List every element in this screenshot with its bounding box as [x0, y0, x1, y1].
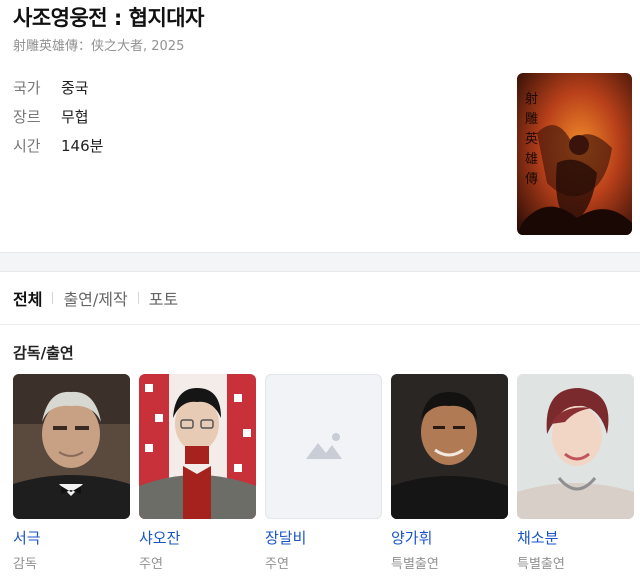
image-placeholder-icon [306, 433, 342, 459]
cast-card[interactable]: 샤오잔 주연 [139, 374, 256, 572]
cast-photo[interactable] [517, 374, 634, 519]
svg-text:射: 射 [525, 91, 538, 107]
tab-all[interactable]: 전체 [13, 286, 42, 310]
cast-name[interactable]: 샤오잔 [139, 527, 256, 548]
info-row-runtime: 시간 146분 [13, 131, 103, 160]
cast-name[interactable]: 양가휘 [391, 527, 508, 548]
cast-photo[interactable] [265, 374, 382, 519]
cast-role: 주연 [265, 557, 289, 572]
info-row-country: 국가 중국 [13, 73, 103, 102]
content-tabs: 전체 출연/제작 포토 [13, 286, 178, 310]
cast-card[interactable]: 양가휘 특별출연 [391, 374, 508, 572]
movie-poster[interactable]: 射 雕 英 雄 傳 [517, 73, 632, 235]
cast-photo[interactable] [391, 374, 508, 519]
info-value: 무협 [61, 108, 89, 126]
cast-role: 감독 [13, 557, 37, 572]
svg-text:傳: 傳 [525, 172, 538, 187]
info-label: 시간 [13, 137, 41, 155]
cast-card[interactable]: 장달비 주연 [265, 374, 382, 572]
movie-subtitle: 射雕英雄傳：侠之大者, 2025 [13, 39, 185, 54]
section-divider [0, 252, 640, 272]
cast-name[interactable]: 장달비 [265, 527, 382, 548]
movie-title: 사조영웅전 : 협지대자 [13, 6, 204, 30]
cast-section-title: 감독/출연 [13, 344, 74, 362]
cast-card[interactable]: 서극 감독 [13, 374, 130, 572]
cast-card[interactable]: 채소분 특별출연 [517, 374, 634, 572]
tab-cast-crew[interactable]: 출연/제작 [63, 286, 127, 310]
svg-text:雄: 雄 [525, 152, 538, 167]
cast-list: 서극 감독 샤오잔 주연 장달비 주연 양가휘 특별출연 채소분 특별출연 [13, 374, 634, 572]
tabs-divider [0, 324, 640, 325]
movie-info: 국가 중국 장르 무협 시간 146분 [13, 73, 103, 160]
info-value: 146분 [61, 137, 104, 155]
svg-text:雕: 雕 [525, 112, 538, 127]
cast-name[interactable]: 채소분 [517, 527, 634, 548]
cast-role: 특별출연 [517, 557, 565, 572]
info-value: 중국 [61, 79, 89, 97]
info-label: 장르 [13, 108, 41, 126]
cast-name[interactable]: 서극 [13, 527, 130, 548]
tab-separator [52, 292, 54, 304]
info-label: 국가 [13, 79, 41, 97]
info-row-genre: 장르 무협 [13, 102, 103, 131]
tab-separator [137, 292, 139, 304]
cast-role: 주연 [139, 557, 163, 572]
svg-text:英: 英 [525, 132, 538, 147]
tab-photos[interactable]: 포토 [149, 286, 178, 310]
cast-role: 특별출연 [391, 557, 439, 572]
cast-photo[interactable] [13, 374, 130, 519]
cast-photo[interactable] [139, 374, 256, 519]
